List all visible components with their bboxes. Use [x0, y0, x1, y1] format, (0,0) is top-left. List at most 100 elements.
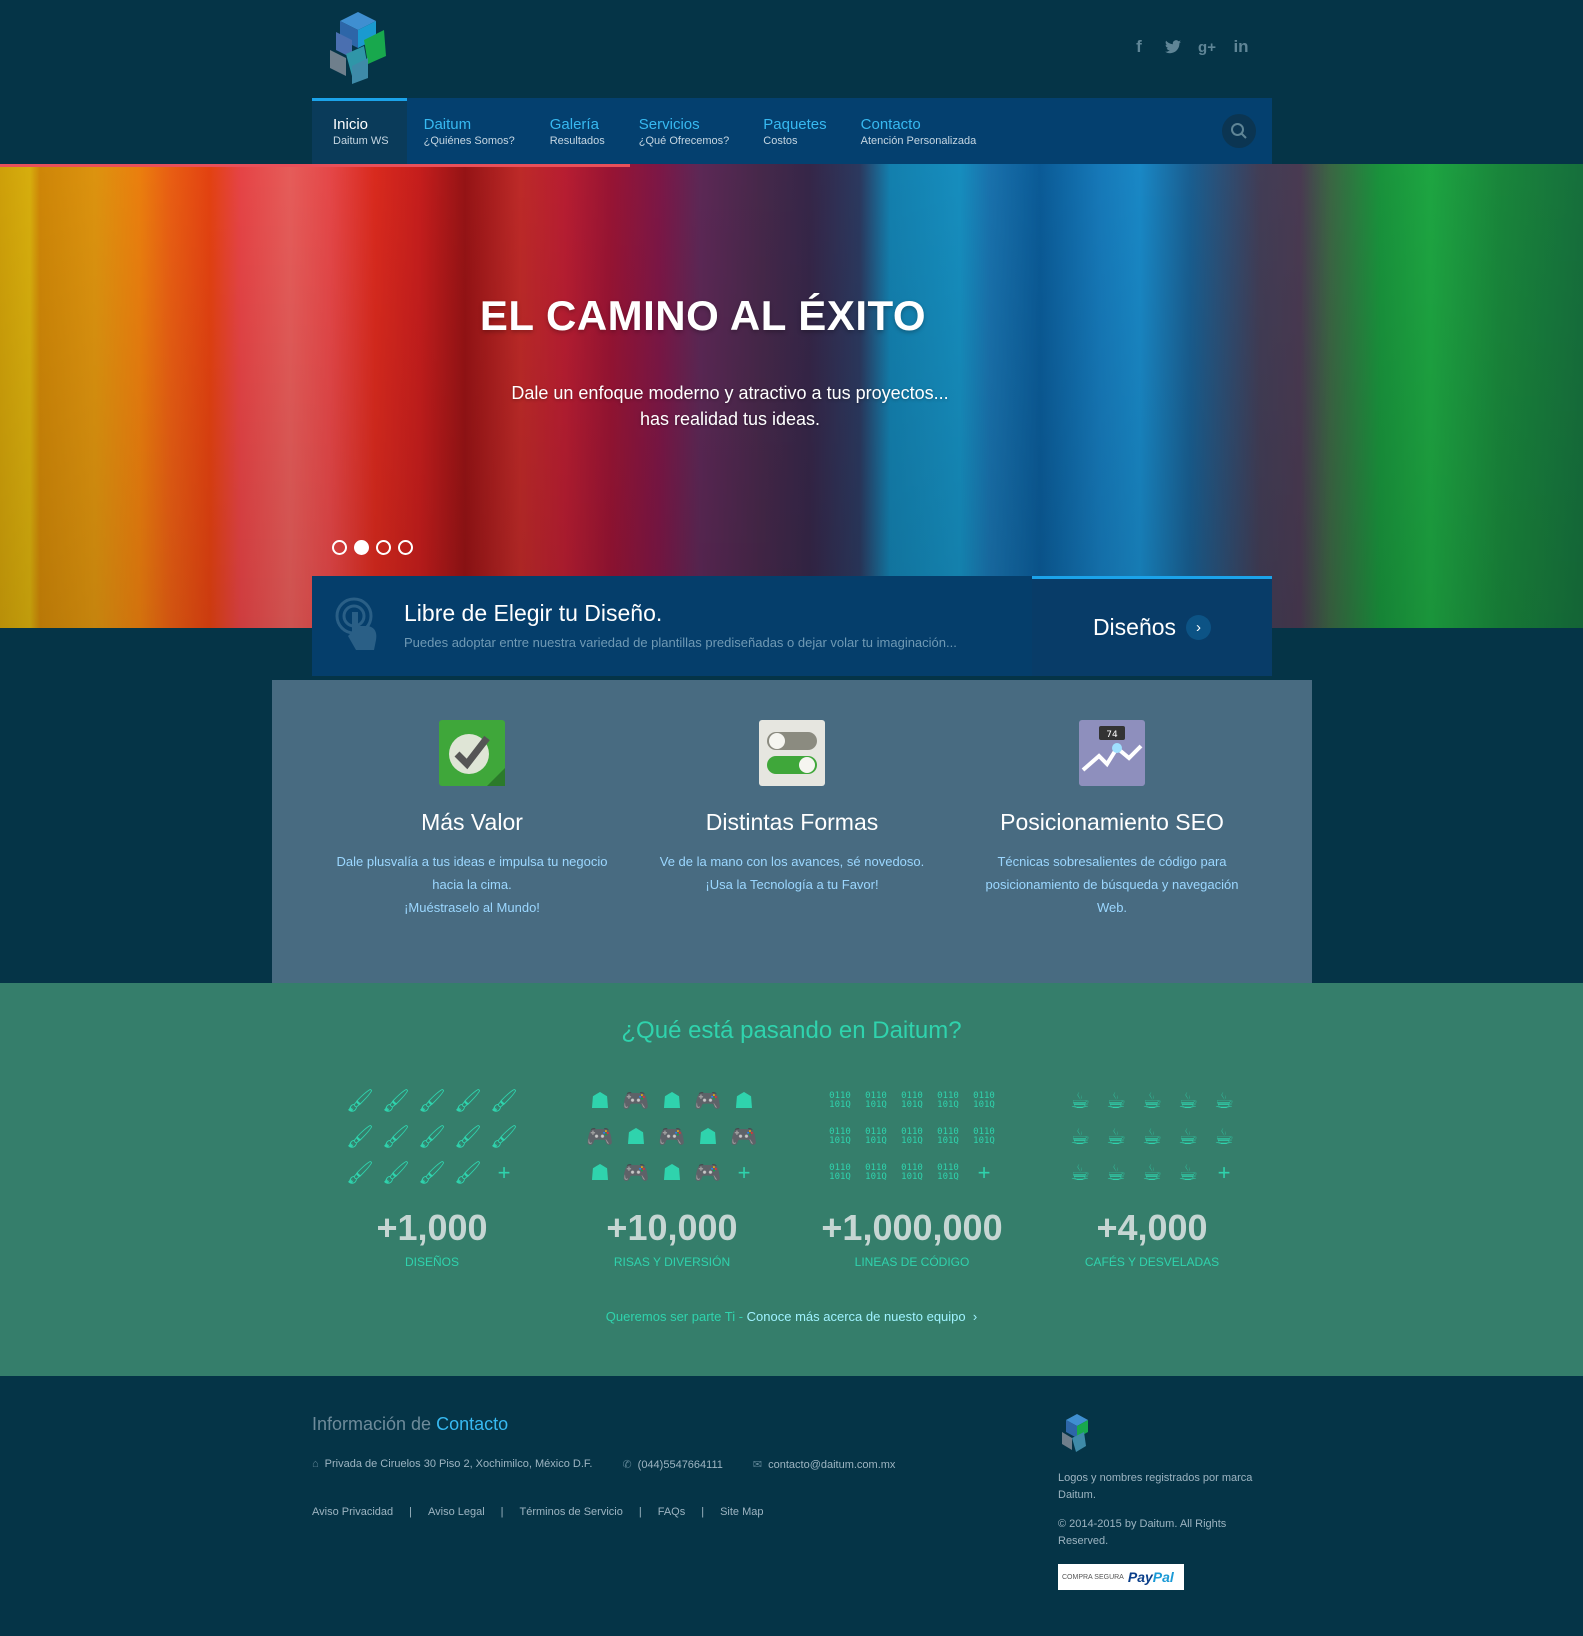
- footer-link[interactable]: Site Map: [720, 1506, 763, 1518]
- promo-subtitle: Puedes adoptar entre nuestra variedad de…: [404, 635, 957, 650]
- brush-icon: 🖌: [382, 1160, 410, 1185]
- coffee-icon: ☕: [1214, 1088, 1234, 1113]
- feature-card: Más Valor Dale plusvalía a tus ideas e i…: [312, 680, 632, 983]
- binary-icon: 0110 101Q: [901, 1091, 923, 1110]
- nav-item-title: Servicios: [638, 116, 700, 133]
- coffee-icon: ☕: [1070, 1124, 1090, 1149]
- google-plus-icon[interactable]: g+: [1198, 36, 1216, 58]
- disenos-button[interactable]: Diseños ›: [1032, 576, 1272, 676]
- feature-line: hacia la cima.: [432, 877, 512, 892]
- coffee-icon: ☕: [1106, 1124, 1126, 1149]
- helmet-icon: ☗: [698, 1124, 718, 1149]
- nav-item-title: Inicio: [333, 116, 369, 133]
- coffee-icon: ☕: [1070, 1160, 1090, 1185]
- stat-disenos: 🖌 🖌 🖌 🖌 🖌 🖌 🖌 🖌 🖌 🖌 🖌 🖌 🖌 🖌 + +1,000 DISEÑOS: [312, 1083, 552, 1270]
- slider-dot[interactable]: [398, 540, 413, 555]
- home-icon: ⌂: [312, 1458, 319, 1470]
- brush-icon-grid: 🖌 🖌 🖌 🖌 🖌 🖌 🖌 🖌 🖌 🖌 🖌 🖌 🖌 🖌 +: [342, 1083, 522, 1193]
- footer-link[interactable]: Aviso Legal: [428, 1506, 485, 1518]
- binary-icon: 0110 101Q: [829, 1091, 851, 1110]
- contact-info: ⌂ Privada de Ciruelos 30 Piso 2, Xochimil…: [312, 1458, 895, 1471]
- feature-line: Dale plusvalía a tus ideas e impulsa tu …: [336, 854, 608, 869]
- helmet-icon: ☗: [662, 1088, 682, 1113]
- twitter-icon[interactable]: [1164, 36, 1182, 58]
- disenos-button-label: Diseños: [1092, 614, 1177, 640]
- brush-icon: 🖌: [454, 1088, 482, 1113]
- footer-title: Información de Contacto: [312, 1414, 508, 1435]
- hero-subtitle-line: Dale un enfoque moderno y atractivo a tu…: [511, 383, 949, 403]
- slider-dots: [332, 540, 413, 555]
- slider-dot[interactable]: [332, 540, 347, 555]
- logo[interactable]: [324, 10, 392, 84]
- hero-title: EL CAMINO AL ÉXITO: [479, 292, 927, 339]
- nav-item-title: Contacto: [860, 116, 921, 133]
- binary-icon: 0110 101Q: [973, 1091, 995, 1110]
- nav-item-inicio[interactable]: Inicio Daitum WS: [312, 98, 407, 164]
- separator: |: [638, 1506, 642, 1518]
- binary-icon: 0110 101Q: [865, 1163, 887, 1182]
- copyright-text: © 2014-2015 by Daitum. All Rights Reserv…: [1058, 1518, 1227, 1547]
- brush-icon: 🖌: [418, 1160, 446, 1185]
- helmet-icon: ☗: [626, 1124, 646, 1149]
- team-link-prefix: Queremos ser parte Ti -: [605, 1309, 747, 1324]
- slider-dot[interactable]: [376, 540, 391, 555]
- brush-icon: 🖌: [382, 1124, 410, 1149]
- stat-label: CAFÉS Y DESVELADAS: [1084, 1255, 1220, 1269]
- feature-line: Ve de la mano con los avances, sé novedo…: [659, 854, 925, 869]
- brush-icon: 🖌: [346, 1088, 374, 1113]
- helmet-icon: ☗: [734, 1088, 754, 1113]
- paypal-logo: PayPal: [1128, 1569, 1174, 1586]
- plus-icon: +: [737, 1160, 751, 1185]
- site-header: f g+ in: [0, 0, 1583, 98]
- nav-item-paquetes[interactable]: Paquetes Costos: [746, 98, 843, 164]
- gamepad-icon: 🎮: [730, 1124, 758, 1149]
- coffee-icon: ☕: [1142, 1088, 1162, 1113]
- promo-title: Libre de Elegir tu Diseño.: [404, 600, 663, 626]
- footer-link[interactable]: Términos de Servicio: [520, 1506, 623, 1518]
- checkmark-icon: [439, 720, 505, 786]
- stat-cafes: ☕ ☕ ☕ ☕ ☕ ☕ ☕ ☕ ☕ ☕ ☕ ☕ ☕ ☕ + +4,000 CAFÉS Y DESVELA…: [1032, 1083, 1272, 1270]
- feature-description: Dale plusvalía a tus ideas e impulsa tu …: [312, 850, 632, 919]
- nav-item-galeria[interactable]: Galería Resultados: [532, 98, 622, 164]
- footer-link[interactable]: FAQs: [658, 1506, 686, 1518]
- coffee-icon-grid: ☕ ☕ ☕ ☕ ☕ ☕ ☕ ☕ ☕ ☕ ☕ ☕ ☕ ☕ +: [1062, 1083, 1242, 1193]
- gamepad-icon: 🎮: [622, 1160, 650, 1185]
- plus-icon: +: [1217, 1160, 1231, 1185]
- binary-icon: 0110 101Q: [937, 1163, 959, 1182]
- address-text: Privada de Ciruelos 30 Piso 2, Xochimilc…: [324, 1458, 593, 1470]
- nav-item-contacto[interactable]: Contacto Atención Personalizada: [844, 98, 994, 164]
- svg-text:74: 74: [1106, 730, 1118, 740]
- helmet-icon: ☗: [590, 1160, 610, 1185]
- linkedin-icon[interactable]: in: [1232, 36, 1250, 58]
- feature-title: Distintas Formas: [705, 809, 879, 835]
- plus-icon: +: [497, 1160, 511, 1185]
- gamepad-icon: 🎮: [622, 1088, 650, 1113]
- phone-item: ✆ (044)5547664111: [622, 1458, 722, 1471]
- footer-title-prefix: Información de: [312, 1414, 437, 1434]
- nav-item-title: Paquetes: [763, 116, 827, 133]
- gamepad-icon: 🎮: [658, 1124, 686, 1149]
- nav-item-subtitle: Resultados: [549, 135, 605, 147]
- brush-icon: 🖌: [346, 1160, 374, 1185]
- nav-item-title: Galería: [549, 116, 599, 133]
- email-text[interactable]: contacto@daitum.com.mx: [768, 1459, 895, 1471]
- slider-dot-active[interactable]: [354, 540, 369, 555]
- facebook-icon[interactable]: f: [1130, 36, 1148, 58]
- footer-link[interactable]: Aviso Privacidad: [312, 1506, 393, 1518]
- brush-icon: 🖌: [418, 1088, 446, 1113]
- feature-line: ¡Usa la Tecnología a tu Favor!: [705, 877, 879, 892]
- coffee-icon: ☕: [1214, 1124, 1234, 1149]
- brush-icon: 🖌: [382, 1088, 410, 1113]
- nav-item-title: Daitum: [423, 116, 472, 133]
- chevron-right-icon: ›: [1186, 615, 1212, 640]
- coffee-icon: ☕: [1178, 1160, 1198, 1185]
- site-footer: Información de Contacto ⌂ Privada de Ciru…: [0, 1376, 1583, 1636]
- feature-line: Técnicas sobresalientes de código para: [997, 854, 1227, 869]
- nav-item-servicios[interactable]: Servicios ¿Qué Ofrecemos?: [622, 98, 746, 164]
- team-link[interactable]: Conoce más acerca de nuesto equipo: [747, 1309, 966, 1324]
- stat-risas: ☗ 🎮 ☗ 🎮 ☗ 🎮 ☗ 🎮 ☗ 🎮 ☗ 🎮 ☗ 🎮 + +10,000 RISAS Y DIVERS…: [552, 1083, 792, 1270]
- promo-bar: Libre de Elegir tu Diseño. Puedes adopta…: [312, 576, 1272, 676]
- search-button[interactable]: [1222, 114, 1256, 148]
- nav-item-daitum[interactable]: Daitum ¿Quiénes Somos?: [407, 98, 532, 164]
- nav-item-subtitle: Atención Personalizada: [860, 135, 977, 147]
